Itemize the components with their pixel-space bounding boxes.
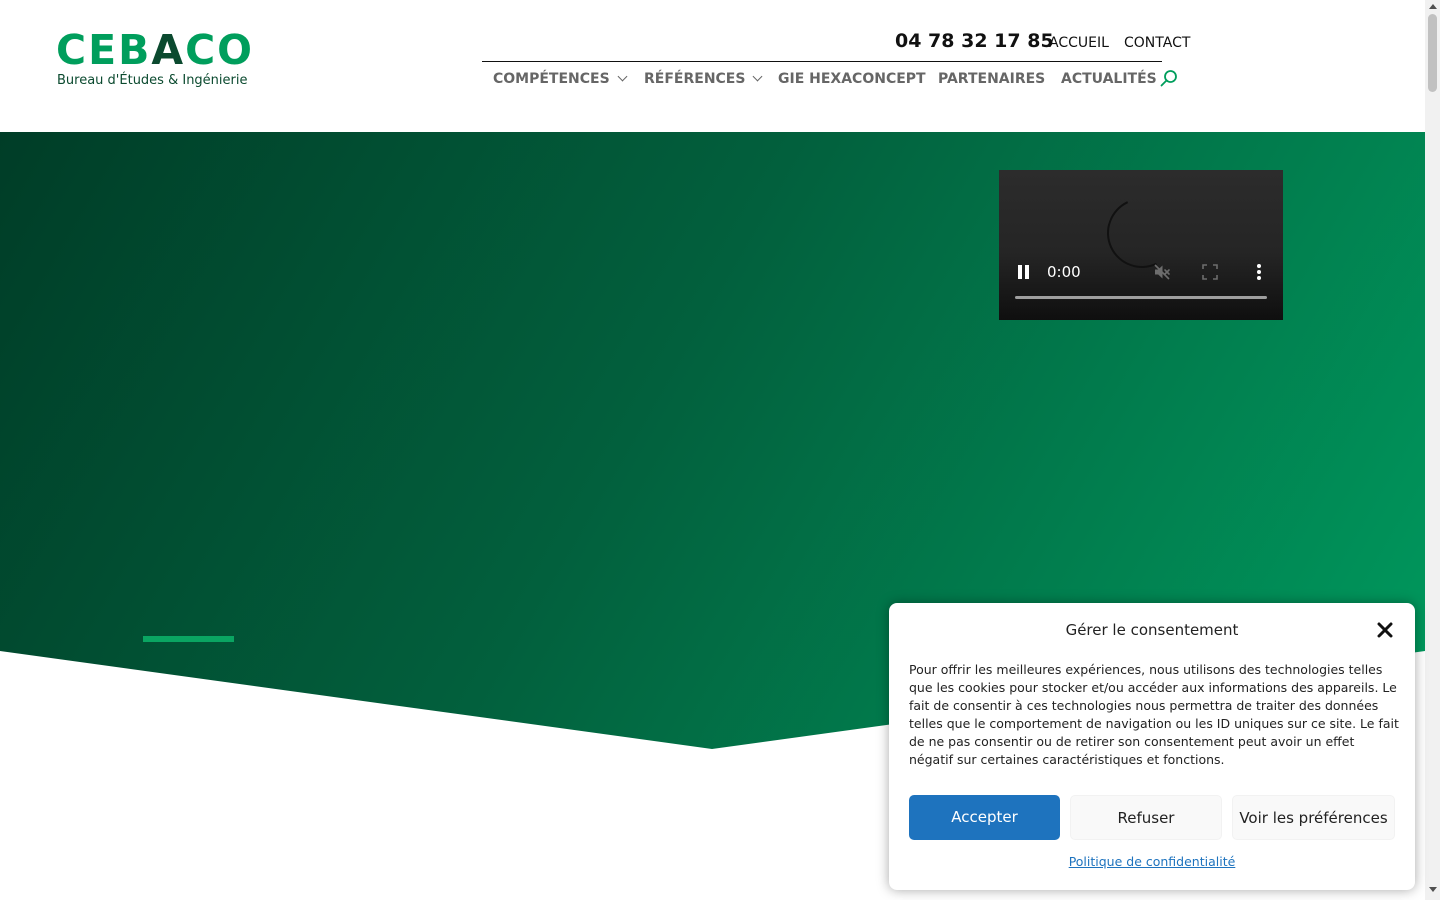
video-player[interactable]: 0:00 <box>999 170 1283 320</box>
privacy-policy-link[interactable]: Politique de confidentialité <box>899 854 1405 869</box>
nav-link-accueil[interactable]: ACCUEIL <box>1049 35 1109 51</box>
consent-title: Gérer le consentement <box>1065 621 1239 639</box>
nav-item-actualites[interactable]: ACTUALITÉS <box>1061 71 1157 87</box>
scroll-up-arrow-icon[interactable] <box>1429 4 1437 9</box>
nav-item-label: ACTUALITÉS <box>1061 71 1157 87</box>
consent-dialog: Gérer le consentement Pour offrir les me… <box>889 603 1415 890</box>
logo-subtitle: Bureau d'Études & Ingénierie <box>57 73 248 88</box>
chevron-down-icon <box>617 71 628 82</box>
site-header: CEBACO Bureau d'Études & Ingénierie 04 7… <box>0 0 1425 132</box>
nav-item-competences[interactable]: COMPÉTENCES <box>493 71 628 87</box>
nav-item-label: RÉFÉRENCES <box>644 71 746 87</box>
hero-accent-bar <box>143 636 234 642</box>
refuse-button[interactable]: Refuser <box>1070 795 1222 840</box>
pause-icon[interactable] <box>1018 265 1030 279</box>
phone-number[interactable]: 04 78 32 17 85 <box>895 30 1054 52</box>
fullscreen-icon[interactable] <box>1202 264 1218 280</box>
nav-item-label: PARTENAIRES <box>938 71 1046 87</box>
nav-link-contact[interactable]: CONTACT <box>1124 35 1190 51</box>
loading-spinner-icon <box>1097 188 1187 278</box>
page-scrollbar[interactable] <box>1425 0 1440 900</box>
header-divider <box>482 61 1162 62</box>
logo-wordmark: CEBACO <box>56 26 255 74</box>
logo[interactable]: CEBACO Bureau d'Études & Ingénierie <box>56 30 252 90</box>
nav-item-partenaires[interactable]: PARTENAIRES <box>938 71 1045 87</box>
nav-item-label: COMPÉTENCES <box>493 71 610 87</box>
nav-item-references[interactable]: RÉFÉRENCES <box>644 71 763 87</box>
video-progress-bar[interactable] <box>1015 296 1267 299</box>
close-icon[interactable] <box>1376 621 1394 639</box>
muted-volume-icon[interactable] <box>1153 263 1171 281</box>
nav-item-label: GIE HEXACONCEPT <box>778 71 926 87</box>
consent-text: Pour offrir les meilleures expériences, … <box>909 662 1399 767</box>
search-icon[interactable] <box>1160 69 1178 87</box>
nav-item-gie-hexaconcept[interactable]: GIE HEXACONCEPT <box>778 71 926 87</box>
chevron-down-icon <box>753 71 763 82</box>
video-time: 0:00 <box>1047 263 1081 281</box>
scrollbar-thumb[interactable] <box>1428 14 1437 92</box>
preferences-button[interactable]: Voir les préférences <box>1232 795 1395 840</box>
accept-button[interactable]: Accepter <box>909 795 1060 840</box>
more-options-icon[interactable] <box>1257 264 1261 280</box>
scroll-down-arrow-icon[interactable] <box>1429 887 1437 892</box>
